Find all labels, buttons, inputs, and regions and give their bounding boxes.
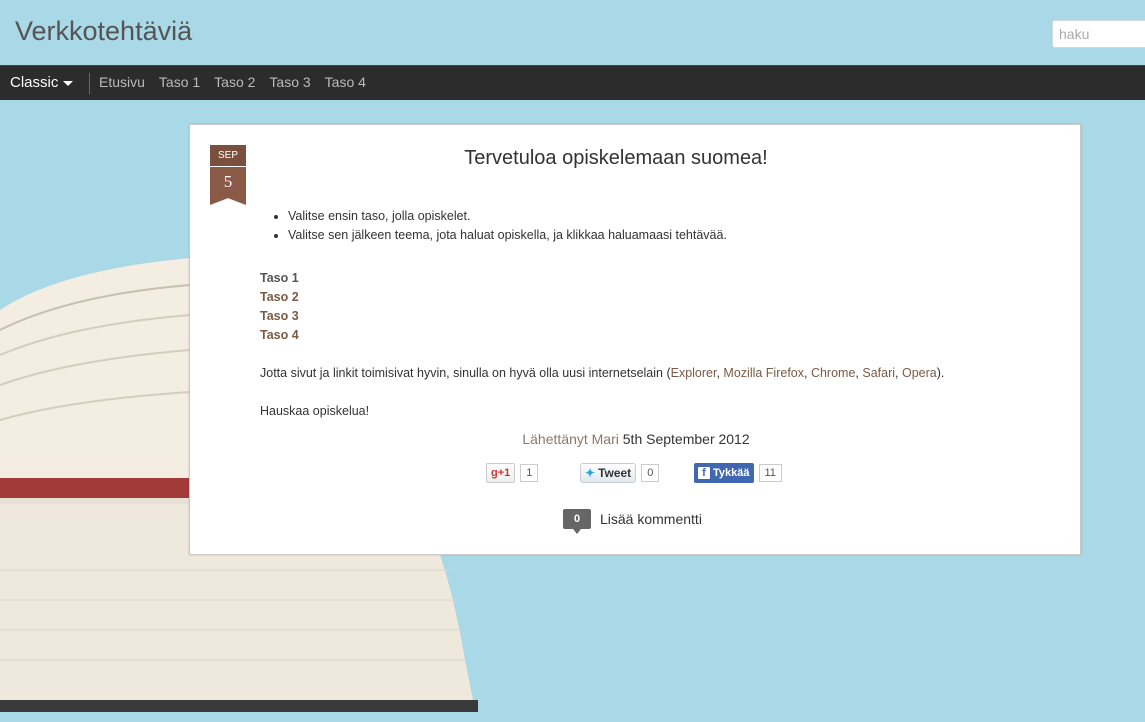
- level-link-taso-3[interactable]: Taso 3: [260, 307, 1040, 326]
- search-input[interactable]: [1052, 20, 1145, 48]
- caret-down-icon: [63, 80, 74, 86]
- level-link-taso-2[interactable]: Taso 2: [260, 288, 1040, 307]
- facebook-like-button[interactable]: f Tykkää: [694, 462, 754, 483]
- browser-link-explorer[interactable]: Explorer: [671, 366, 717, 380]
- comments-section: 0 Lisää kommentti: [563, 509, 702, 534]
- list-item: Valitse ensin taso, jolla opiskelet.: [288, 207, 1040, 226]
- date-day: 5: [210, 167, 246, 205]
- facebook-widget: f Tykkää 11: [694, 462, 782, 483]
- tweet-count: 0: [641, 463, 660, 482]
- site-title[interactable]: Verkkotehtäviä: [15, 16, 192, 47]
- level-links: Taso 1 Taso 2 Taso 3 Taso 4: [260, 269, 1040, 345]
- instruction-list: Valitse ensin taso, jolla opiskelet. Val…: [288, 207, 1040, 245]
- post-body: Valitse ensin taso, jolla opiskelet. Val…: [260, 207, 1040, 421]
- nav-links: Etusivu Taso 1 Taso 2 Taso 3 Taso 4: [99, 74, 366, 90]
- browser-paragraph: Jotta sivut ja linkit toimisivat hyvin, …: [260, 366, 945, 380]
- browser-link-chrome[interactable]: Chrome: [811, 366, 855, 380]
- list-item: Valitse sen jälkeen teema, jota haluat o…: [288, 226, 1040, 245]
- navbar: Classic Etusivu Taso 1 Taso 2 Taso 3 Tas…: [0, 65, 1145, 100]
- browser-link-opera[interactable]: Opera: [902, 366, 937, 380]
- posted-date[interactable]: 5th September 2012: [623, 431, 750, 447]
- gplus-button[interactable]: g+1: [486, 462, 516, 483]
- view-dropdown-label: Classic: [10, 74, 59, 91]
- level-link-taso-1[interactable]: Taso 1: [260, 269, 1040, 288]
- posted-by: Lähettänyt Mari 5th September 2012: [190, 431, 1082, 447]
- nav-link-taso-4[interactable]: Taso 4: [325, 74, 366, 90]
- author-link[interactable]: Mari: [592, 431, 619, 447]
- facebook-like-label: Tykkää: [713, 466, 750, 479]
- site-header: Verkkotehtäviä: [0, 0, 1145, 65]
- facebook-icon: f: [698, 466, 710, 479]
- tweet-label: Tweet: [598, 465, 632, 480]
- tweet-button[interactable]: ✦ Tweet: [580, 462, 637, 483]
- browser-text-end: ).: [936, 366, 945, 380]
- view-dropdown[interactable]: Classic: [10, 74, 74, 91]
- posted-by-label: Lähettänyt: [522, 431, 588, 447]
- browser-link-safari[interactable]: Safari: [862, 366, 895, 380]
- nav-divider: [89, 73, 90, 94]
- nav-link-etusivu[interactable]: Etusivu: [99, 74, 145, 90]
- gplus-label: +1: [497, 466, 511, 479]
- nav-link-taso-3[interactable]: Taso 3: [269, 74, 310, 90]
- add-comment-link[interactable]: Lisää kommentti: [600, 511, 702, 527]
- post-title[interactable]: Tervetuloa opiskelemaan suomea!: [190, 147, 1042, 170]
- post-card: SEP 5 Tervetuloa opiskelemaan suomea! Va…: [189, 124, 1081, 555]
- nav-link-taso-2[interactable]: Taso 2: [214, 74, 255, 90]
- twitter-bird-icon: ✦: [585, 465, 596, 480]
- comment-count-bubble: 0: [563, 509, 591, 534]
- browser-text: Jotta sivut ja linkit toimisivat hyvin, …: [260, 366, 671, 380]
- nav-link-taso-1[interactable]: Taso 1: [159, 74, 200, 90]
- facebook-count: 11: [758, 463, 782, 482]
- level-link-taso-4[interactable]: Taso 4: [260, 326, 1040, 345]
- tweet-widget: ✦ Tweet 0: [580, 462, 660, 483]
- closing-text: Hauskaa opiskelua!: [260, 404, 370, 418]
- gplus-count: 1: [520, 463, 539, 482]
- gplus-widget: g+1 1: [486, 462, 539, 483]
- browser-link-firefox[interactable]: Mozilla Firefox: [723, 366, 804, 380]
